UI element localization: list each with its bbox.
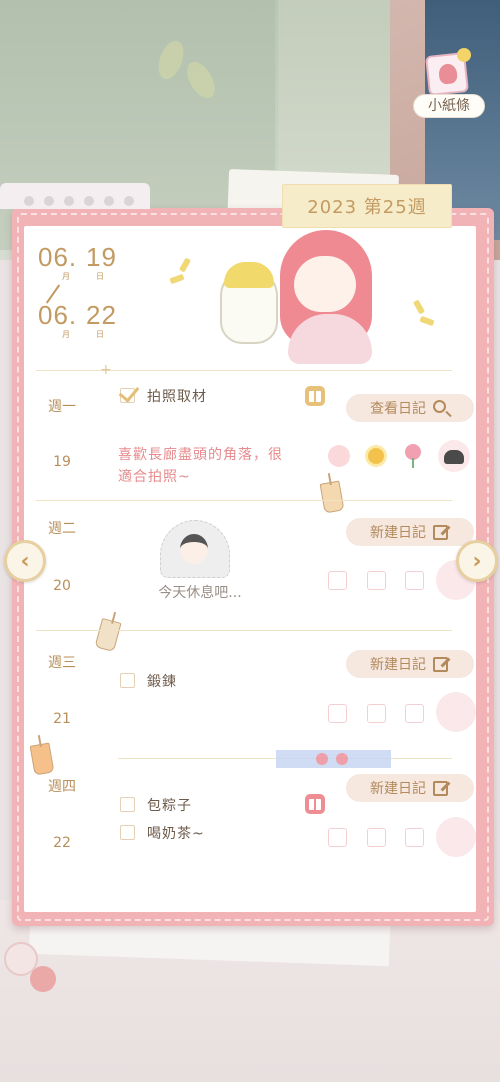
rest-day-block: 今天休息吧... [150,520,250,605]
previous-week-button[interactable]: ‹ [4,540,46,582]
sparkle-decoration [169,273,185,285]
sparkle-decoration [419,315,435,327]
header-illustration [168,228,448,368]
new-diary-label: 新建日記 [370,525,426,541]
girl-face-icon [294,256,356,312]
mood-slot[interactable] [328,571,347,590]
day-number: 19 [53,454,71,470]
day-number: 20 [53,578,71,594]
mood-slot[interactable] [405,704,424,723]
week-label: 2023 第25週 [307,197,427,218]
mood-slot[interactable] [328,704,347,723]
binding-hole [124,196,134,206]
gift-icon [305,386,325,406]
task-checkbox[interactable] [118,381,140,403]
day-number: 21 [53,711,71,727]
day-unit: 日 [96,272,104,281]
week-tab: 2023 第25週 [282,184,452,228]
background-wall-panel [278,0,390,190]
cat-hat-icon [224,262,274,288]
note-button[interactable]: 小紙條 [413,48,485,120]
header-divider [36,370,452,371]
day-number: 22 [53,835,71,851]
task-text: 包粽子 [147,798,192,814]
sparkle-decoration [178,257,192,273]
weekday-label: 週三 [48,655,76,671]
food-slot[interactable] [436,692,476,732]
note-button-label: 小紙條 [413,94,485,118]
binding-hole [104,196,114,206]
chevron-left-icon: ‹ [20,548,30,574]
binding-hole [84,196,94,206]
edit-icon [432,655,450,673]
task-checkbox[interactable] [120,825,135,840]
sun-icon[interactable] [368,448,384,464]
new-diary-button[interactable]: 新建日記 [346,518,474,546]
plus-sparkle-icon: + [100,362,112,378]
washi-tape-decoration [276,750,391,768]
edit-icon [432,523,450,541]
new-diary-label: 新建日記 [370,781,426,797]
task-text: 喝奶茶~ [147,826,205,842]
chevron-right-icon: › [472,548,482,574]
memo-line: 喜歡長廊盡頭的角落，很 [118,447,283,463]
mood-slot[interactable] [367,828,386,847]
new-diary-label: 新建日記 [370,657,426,673]
bell-charm-icon [30,966,56,992]
month-unit: 月 [62,330,70,339]
task-checkbox[interactable] [120,797,135,812]
rest-character-icon [180,534,208,564]
new-diary-button[interactable]: 新建日記 [346,774,474,802]
end-day: 22 [86,300,117,330]
weekday-label: 週一 [48,399,76,415]
task-text: 拍照取材 [147,389,207,405]
binding-hole [44,196,54,206]
binding-hole [64,196,74,206]
start-month: 06. [38,242,78,272]
edit-icon [432,779,450,797]
memo-line: 適合拍照~ [118,469,191,485]
view-diary-button[interactable]: 查看日記 [346,394,474,422]
mood-slot[interactable] [328,828,347,847]
start-day: 19 [86,242,117,272]
task-checkbox[interactable] [120,673,135,688]
weekday-label: 週二 [48,521,76,537]
sparkle-decoration [412,299,426,315]
next-week-button[interactable]: › [456,540,498,582]
charm-decoration [0,930,56,992]
month-unit: 月 [62,272,70,281]
day-divider [36,500,452,501]
blush-face-icon[interactable] [328,445,350,467]
search-icon [432,399,450,417]
task-text: 鍛鍊 [147,674,177,690]
rest-text: 今天休息吧... [158,585,242,601]
mood-slot[interactable] [405,828,424,847]
mood-slot[interactable] [367,704,386,723]
mood-slot[interactable] [405,571,424,590]
day-divider [36,630,452,631]
food-icon[interactable] [438,440,470,472]
flower-icon[interactable] [405,444,421,468]
sun-sticker-icon [457,48,471,62]
end-month: 06. [38,300,78,330]
new-diary-button[interactable]: 新建日記 [346,650,474,678]
food-slot[interactable] [436,817,476,857]
weekday-label: 週四 [48,779,76,795]
mood-slot[interactable] [367,571,386,590]
day-unit: 日 [96,330,104,339]
view-diary-label: 查看日記 [370,401,426,417]
binding-hole [24,196,34,206]
gift-icon [305,794,325,814]
